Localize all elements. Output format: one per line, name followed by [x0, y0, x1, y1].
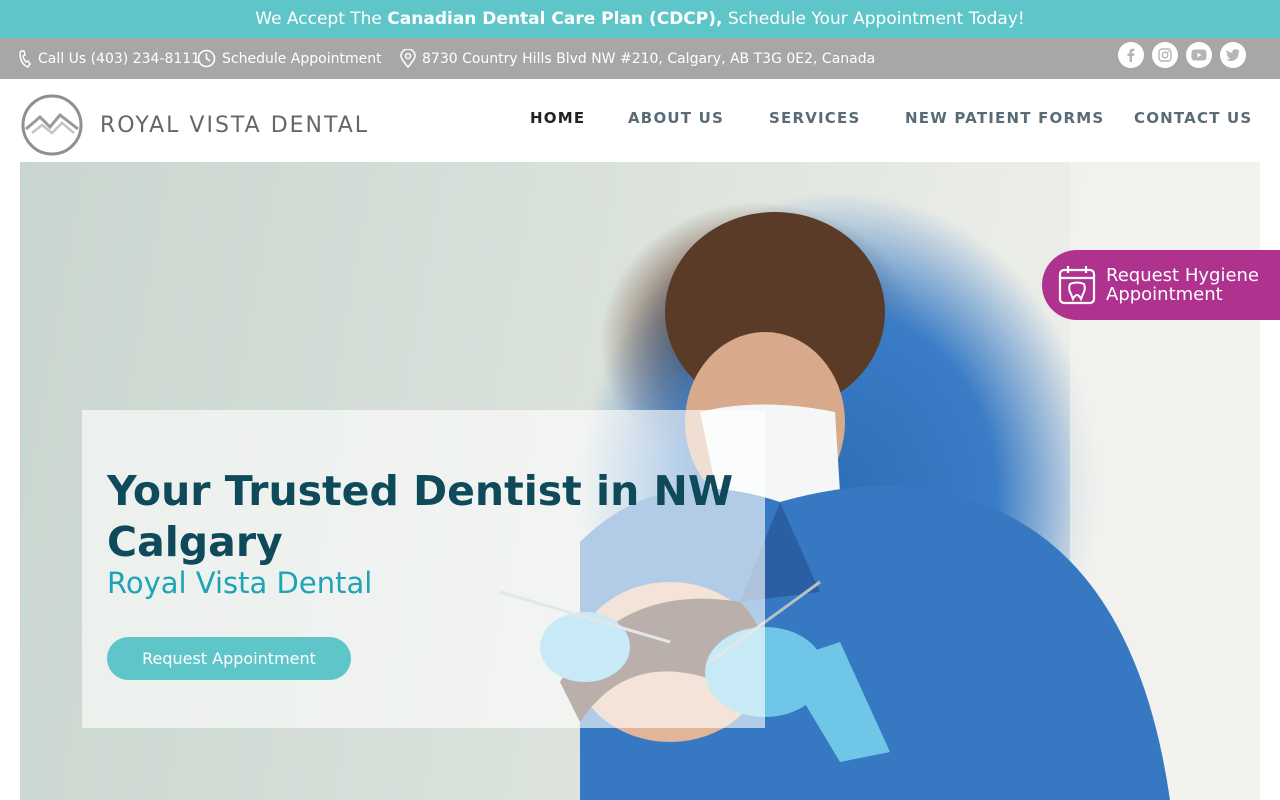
calendar-tooth-icon [1058, 266, 1096, 305]
hygiene-cta-line1: Request Hygiene [1106, 265, 1260, 286]
social-links [1118, 42, 1246, 68]
hygiene-cta-text: Request Hygiene Appointment [1106, 266, 1259, 304]
nav-home[interactable]: HOME [530, 109, 585, 127]
hero-subtitle: Royal Vista Dental [107, 566, 373, 600]
nav-new-patient-forms[interactable]: NEW PATIENT FORMS [905, 109, 1104, 127]
schedule-link[interactable]: Schedule Appointment [197, 38, 382, 79]
request-appointment-button[interactable]: Request Appointment [107, 637, 351, 680]
phone-icon [19, 49, 31, 68]
instagram-link[interactable] [1152, 42, 1178, 68]
nav-contact-us[interactable]: CONTACT US [1134, 109, 1252, 127]
location-pin-icon [400, 49, 416, 68]
phone-link[interactable]: Call Us (403) 234-8111 [18, 38, 200, 79]
main-navigation: HOME ABOUT US SERVICES NEW PATIENT FORMS… [0, 79, 1280, 162]
contact-info-bar: Call Us (403) 234-8111 Schedule Appointm… [0, 38, 1280, 79]
instagram-icon [1158, 48, 1172, 62]
facebook-icon [1127, 48, 1135, 62]
schedule-text: Schedule Appointment [222, 50, 382, 67]
twitter-icon [1226, 49, 1240, 61]
hero-text-card: Your Trusted Dentist in NW Calgary Royal… [82, 410, 765, 728]
phone-text: Call Us (403) 234-8111 [38, 50, 201, 67]
clock-icon [197, 49, 216, 68]
hero-title: Your Trusted Dentist in NW Calgary [107, 467, 734, 566]
twitter-link[interactable] [1220, 42, 1246, 68]
announcement-prefix: We Accept The [255, 9, 388, 29]
address-link[interactable]: 8730 Country Hills Blvd NW #210, Calgary… [400, 38, 875, 79]
nav-services[interactable]: SERVICES [769, 109, 860, 127]
announcement-suffix: Schedule Your Appointment Today! [722, 9, 1025, 29]
youtube-link[interactable] [1186, 42, 1212, 68]
announcement-bar: We Accept The Canadian Dental Care Plan … [0, 0, 1280, 38]
address-text: 8730 Country Hills Blvd NW #210, Calgary… [422, 50, 876, 67]
youtube-icon [1191, 49, 1207, 61]
nav-about-us[interactable]: ABOUT US [628, 109, 724, 127]
request-hygiene-appointment-button[interactable]: Request Hygiene Appointment [1042, 250, 1280, 320]
site-header: ROYAL VISTA DENTAL HOME ABOUT US SERVICE… [0, 79, 1280, 162]
facebook-link[interactable] [1118, 42, 1144, 68]
hygiene-cta-line2: Appointment [1106, 284, 1223, 305]
announcement-highlight: Canadian Dental Care Plan (CDCP), [387, 9, 723, 29]
